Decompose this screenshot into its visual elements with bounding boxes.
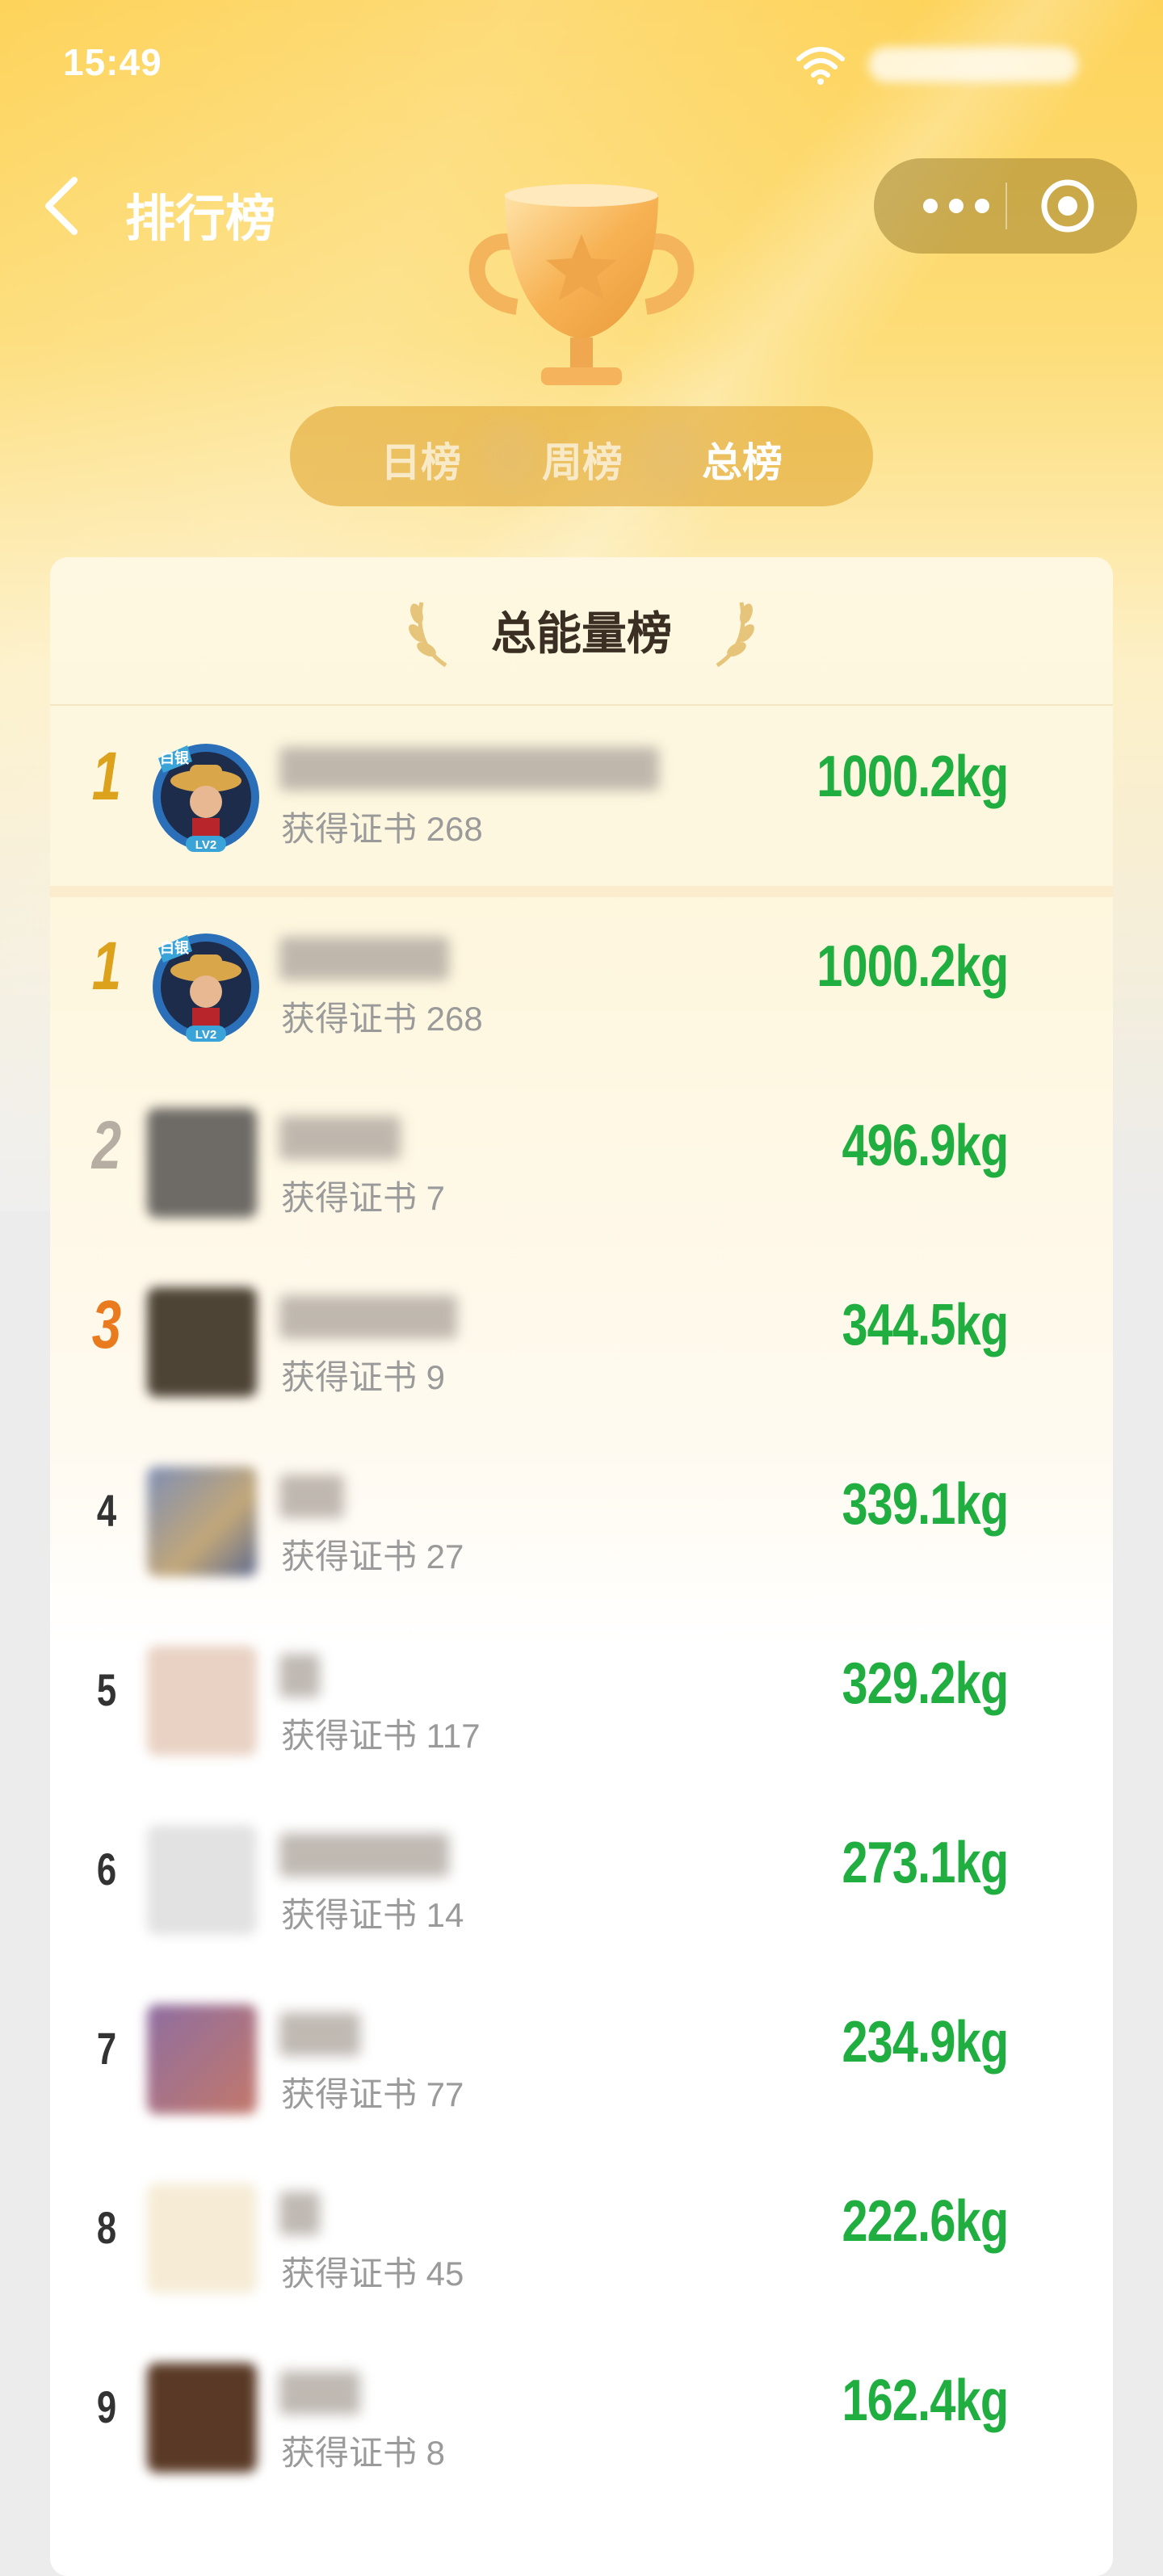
- rank-number: 6: [96, 1844, 117, 1894]
- energy-value: 496.9kg: [842, 1114, 1009, 1178]
- avatar: [147, 1287, 257, 1397]
- cert-count: 获得证书 8: [281, 2434, 446, 2472]
- rank-number: 1: [91, 928, 122, 1004]
- cert-count: 获得证书 7: [281, 1179, 446, 1217]
- energy-value: 1000.2kg: [817, 745, 1009, 809]
- badge-text: 白银: [160, 749, 190, 766]
- level-text: LV2: [195, 838, 216, 852]
- my-rank-row[interactable]: 1 白银 LV2 获得证书 268 1000.2kg: [50, 707, 1113, 897]
- page-title: 排行榜: [125, 191, 276, 247]
- laurel-right-icon: [716, 602, 754, 668]
- energy-value: 329.2kg: [842, 1651, 1009, 1716]
- leaderboard-row[interactable]: 6 获得证书 14 273.1kg: [50, 1793, 1113, 1972]
- avatar: [147, 2004, 257, 2114]
- miniapp-capsule: [874, 158, 1137, 254]
- back-arrow-icon[interactable]: [39, 174, 87, 238]
- rank-number: 8: [96, 2202, 117, 2253]
- avatar: [147, 2363, 257, 2473]
- avatar: [147, 2184, 257, 2293]
- capsule-divider: [1006, 183, 1007, 229]
- wifi-icon: [796, 47, 845, 85]
- user-name-blurred: [279, 1654, 320, 1697]
- avatar: [147, 1825, 257, 1935]
- rank-number: 9: [96, 2381, 117, 2432]
- more-dots-icon[interactable]: [916, 186, 997, 226]
- close-miniapp-icon[interactable]: [1039, 178, 1096, 234]
- leaderboard-row[interactable]: 7 获得证书 77 234.9kg: [50, 1972, 1113, 2151]
- cert-count: 获得证书 14: [281, 1896, 464, 1934]
- board-title: 总能量榜: [491, 608, 672, 659]
- user-name-blurred: [279, 2012, 360, 2056]
- cert-count: 获得证书 77: [281, 2075, 464, 2113]
- card-header: 总能量榜: [50, 557, 1113, 706]
- user-name-blurred: [279, 1475, 344, 1518]
- rank-number: 2: [91, 1107, 122, 1183]
- status-time: 15:49: [63, 41, 162, 83]
- avatar: [147, 1108, 257, 1218]
- user-name-blurred: [279, 2192, 320, 2235]
- user-name-blurred: [279, 1116, 401, 1160]
- cert-count: 获得证书 27: [281, 1538, 464, 1575]
- cert-count: 获得证书 268: [281, 810, 483, 848]
- badge-text: 白银: [160, 939, 190, 956]
- tab-weekly[interactable]: 周榜: [542, 430, 623, 489]
- energy-value: 234.9kg: [842, 2010, 1009, 2075]
- cert-count: 获得证书 9: [281, 1358, 446, 1396]
- cert-count: 获得证书 117: [281, 1717, 481, 1755]
- leaderboard-row[interactable]: 3 获得证书 9 344.5kg: [50, 1255, 1113, 1434]
- leaderboard-row[interactable]: 1 白银 LV2 获得证书 268 1000.2kg: [50, 896, 1113, 1076]
- level-text: LV2: [195, 1028, 216, 1042]
- user-name-blurred: [279, 937, 449, 980]
- user-name-blurred: [279, 1833, 449, 1877]
- user-name-blurred: [279, 747, 659, 791]
- user-name-blurred: [279, 2371, 360, 2414]
- tab-daily[interactable]: 日榜: [380, 430, 461, 489]
- avatar-badge-icon: 白银 LV2: [153, 744, 259, 852]
- energy-value: 344.5kg: [842, 1293, 1009, 1357]
- rank-number: 5: [96, 1664, 117, 1715]
- leaderboard-row[interactable]: 8 获得证书 45 222.6kg: [50, 2151, 1113, 2331]
- energy-value: 1000.2kg: [817, 934, 1009, 999]
- cert-count: 获得证书 45: [281, 2255, 464, 2293]
- tab-total[interactable]: 总榜: [702, 430, 783, 489]
- cert-count: 获得证书 268: [281, 1000, 483, 1038]
- leaderboard-card: 总能量榜 1 白银 LV2 获得证书 268 1000.2kg 1 白银 LV2…: [50, 557, 1113, 2576]
- status-indicators-blurred: [868, 47, 1078, 82]
- rank-number: 4: [96, 1485, 117, 1536]
- rank-number: 1: [91, 738, 122, 814]
- rank-number: 7: [96, 2023, 117, 2074]
- leaderboard-row[interactable]: 4 获得证书 27 339.1kg: [50, 1434, 1113, 1613]
- energy-value: 273.1kg: [842, 1831, 1009, 1895]
- leaderboard-row[interactable]: 2 获得证书 7 496.9kg: [50, 1076, 1113, 1255]
- avatar: [147, 1646, 257, 1756]
- rank-number: 3: [91, 1286, 122, 1362]
- avatar-badge-icon: 白银 LV2: [153, 933, 259, 1042]
- leaderboard-row[interactable]: 9 获得证书 8 162.4kg: [50, 2331, 1113, 2510]
- tab-blur-region: [637, 421, 702, 492]
- energy-value: 222.6kg: [842, 2189, 1009, 2254]
- period-tabs: 日榜 周榜 总榜: [290, 406, 873, 506]
- energy-value: 162.4kg: [842, 2368, 1009, 2433]
- user-name-blurred: [279, 1295, 457, 1339]
- avatar: [147, 1466, 257, 1576]
- energy-value: 339.1kg: [842, 1472, 1009, 1537]
- trophy-icon: [468, 184, 695, 385]
- status-bar: 15:49: [0, 0, 1163, 129]
- tab-blur-region: [477, 421, 542, 492]
- leaderboard-row[interactable]: 5 获得证书 117 329.2kg: [50, 1613, 1113, 1793]
